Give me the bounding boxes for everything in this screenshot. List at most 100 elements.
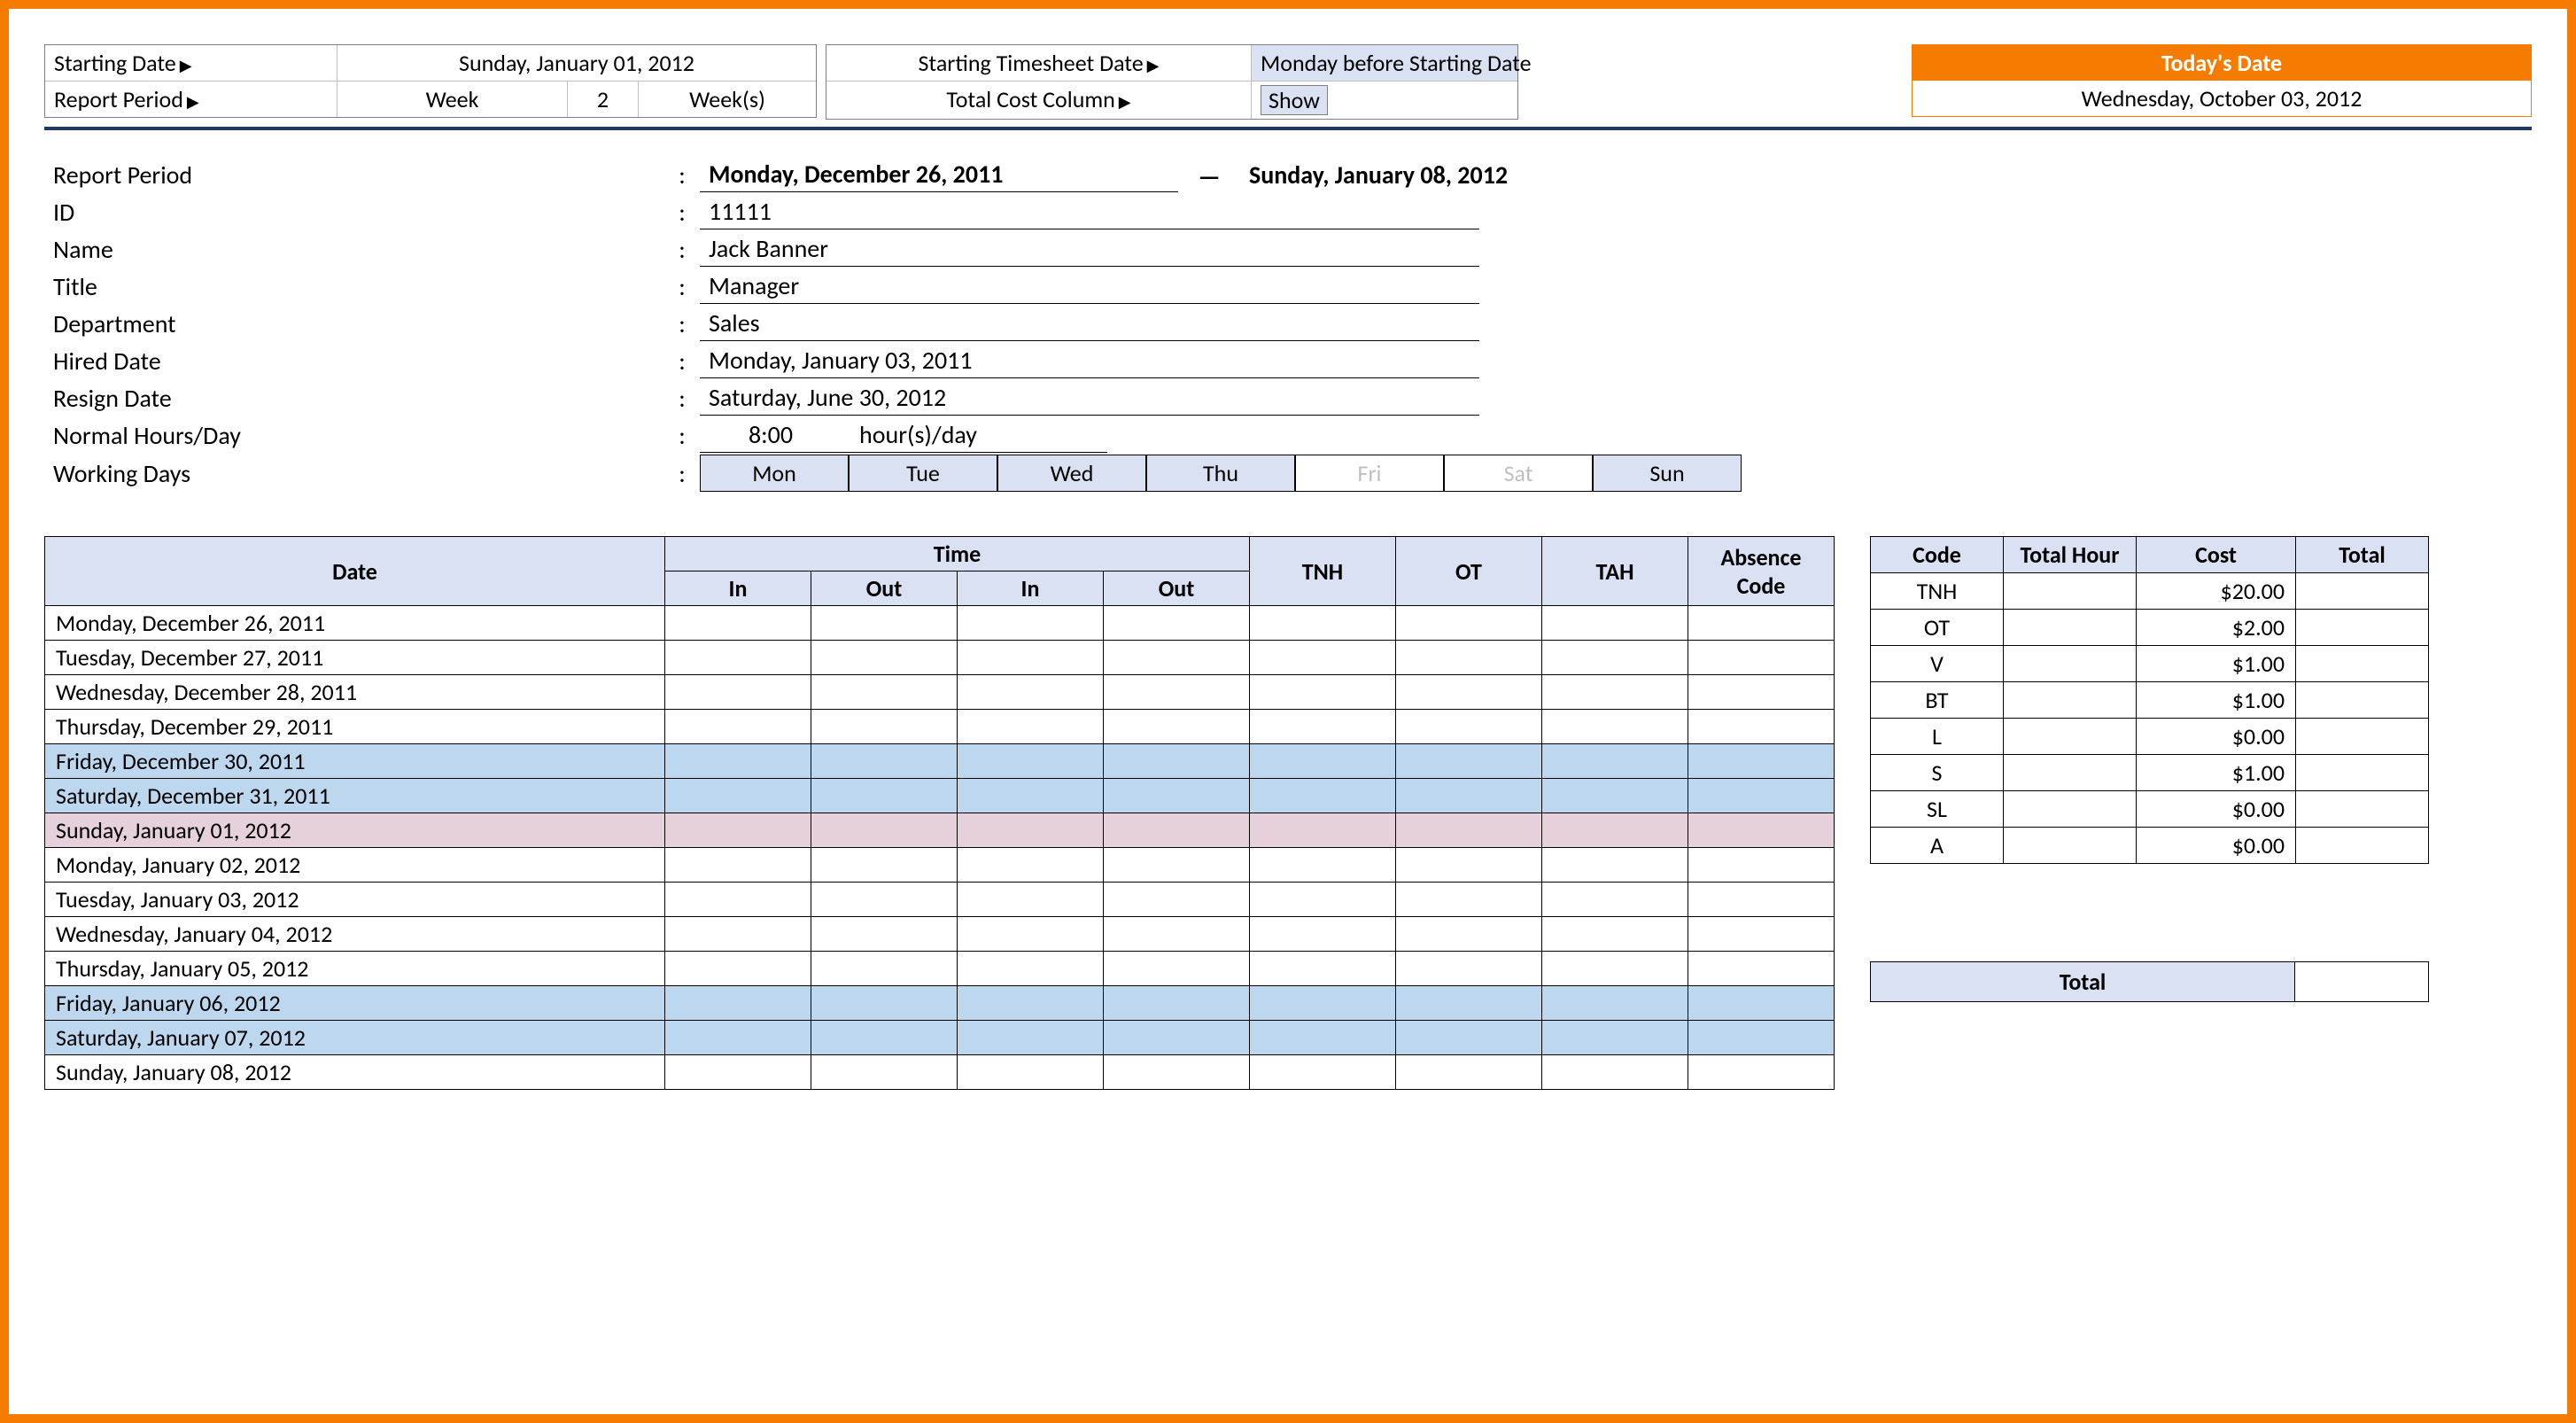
time-cell[interactable] [1250,883,1396,917]
time-cell[interactable] [1104,883,1250,917]
starting-ts-value[interactable]: Monday before Starting Date [1252,45,1517,82]
report-period-number[interactable]: 2 [568,82,639,117]
time-cell[interactable] [1250,710,1396,744]
time-cell[interactable] [665,744,811,779]
time-cell[interactable] [1542,1055,1688,1090]
time-cell[interactable] [1542,883,1688,917]
info-hired-val[interactable]: Monday, January 03, 2011 [700,343,1479,378]
time-cell[interactable] [958,744,1104,779]
time-cell[interactable] [1250,917,1396,952]
time-cell[interactable] [1250,744,1396,779]
time-cell[interactable] [1104,641,1250,675]
time-cell[interactable] [665,986,811,1021]
day-thu[interactable]: Thu [1146,455,1295,492]
info-id-val[interactable]: 11111 [700,194,1479,229]
time-cell[interactable] [958,1055,1104,1090]
time-cell[interactable] [1542,606,1688,641]
time-cell[interactable] [1688,779,1835,813]
time-cell[interactable] [958,606,1104,641]
report-period-unit[interactable]: Week [338,82,568,117]
time-cell[interactable] [811,641,958,675]
time-cell[interactable] [958,986,1104,1021]
day-fri[interactable]: Fri [1295,455,1444,492]
time-cell[interactable] [1688,848,1835,883]
time-cell[interactable] [1104,917,1250,952]
info-hours-val[interactable]: 8:00 [700,417,842,453]
time-cell[interactable] [665,641,811,675]
time-cell[interactable] [1396,675,1542,710]
time-cell[interactable] [811,779,958,813]
time-cell[interactable] [1688,952,1835,986]
time-cell[interactable] [1396,641,1542,675]
time-cell[interactable] [958,1021,1104,1055]
time-cell[interactable] [1104,1055,1250,1090]
time-cell[interactable] [1396,1055,1542,1090]
time-cell[interactable] [1542,710,1688,744]
time-cell[interactable] [1688,1055,1835,1090]
time-cell[interactable] [1688,917,1835,952]
time-cell[interactable] [1104,744,1250,779]
time-cell[interactable] [1104,952,1250,986]
time-cell[interactable] [811,952,958,986]
time-cell[interactable] [1396,952,1542,986]
time-cell[interactable] [958,813,1104,848]
time-cell[interactable] [1542,986,1688,1021]
time-cell[interactable] [665,675,811,710]
time-cell[interactable] [958,917,1104,952]
time-cell[interactable] [958,883,1104,917]
time-cell[interactable] [1688,744,1835,779]
time-cell[interactable] [665,1055,811,1090]
time-cell[interactable] [1688,986,1835,1021]
time-cell[interactable] [1104,606,1250,641]
time-cell[interactable] [811,1021,958,1055]
time-cell[interactable] [1250,675,1396,710]
time-cell[interactable] [811,986,958,1021]
time-cell[interactable] [1104,779,1250,813]
time-cell[interactable] [665,779,811,813]
time-cell[interactable] [665,606,811,641]
time-cell[interactable] [811,710,958,744]
time-cell[interactable] [1104,813,1250,848]
time-cell[interactable] [665,848,811,883]
time-cell[interactable] [1104,986,1250,1021]
time-cell[interactable] [1250,848,1396,883]
show-button[interactable]: Show [1261,85,1328,115]
time-cell[interactable] [1542,779,1688,813]
time-cell[interactable] [665,1021,811,1055]
day-sat[interactable]: Sat [1444,455,1593,492]
time-cell[interactable] [665,917,811,952]
day-mon[interactable]: Mon [700,455,849,492]
time-cell[interactable] [1250,779,1396,813]
time-cell[interactable] [1250,813,1396,848]
time-cell[interactable] [1104,675,1250,710]
time-cell[interactable] [811,813,958,848]
time-cell[interactable] [1396,1021,1542,1055]
time-cell[interactable] [1542,675,1688,710]
time-cell[interactable] [1396,883,1542,917]
time-cell[interactable] [1250,952,1396,986]
info-name-val[interactable]: Jack Banner [700,231,1479,267]
time-cell[interactable] [1396,710,1542,744]
time-cell[interactable] [1688,675,1835,710]
time-cell[interactable] [1688,606,1835,641]
time-cell[interactable] [958,710,1104,744]
time-cell[interactable] [1688,813,1835,848]
time-cell[interactable] [665,813,811,848]
time-cell[interactable] [1542,744,1688,779]
time-cell[interactable] [1688,710,1835,744]
time-cell[interactable] [811,744,958,779]
time-cell[interactable] [1104,710,1250,744]
time-cell[interactable] [1688,641,1835,675]
time-cell[interactable] [1250,986,1396,1021]
time-cell[interactable] [811,883,958,917]
time-cell[interactable] [1396,917,1542,952]
time-cell[interactable] [1542,641,1688,675]
time-cell[interactable] [1396,986,1542,1021]
time-cell[interactable] [958,641,1104,675]
time-cell[interactable] [958,675,1104,710]
time-cell[interactable] [1542,917,1688,952]
time-cell[interactable] [1688,883,1835,917]
day-tue[interactable]: Tue [849,455,997,492]
time-cell[interactable] [1104,1021,1250,1055]
time-cell[interactable] [958,952,1104,986]
